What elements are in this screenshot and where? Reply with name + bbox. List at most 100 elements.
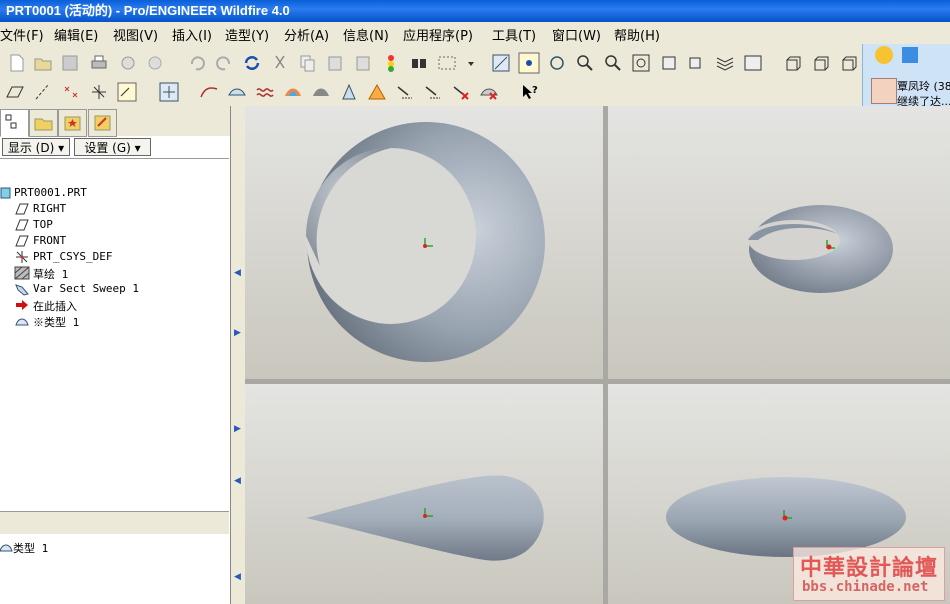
chevron-right-icon[interactable]: ▶ bbox=[234, 424, 241, 434]
datum-display-icon[interactable] bbox=[490, 52, 512, 74]
spin-center-icon[interactable] bbox=[518, 52, 540, 74]
layer-tree: 类型 1 bbox=[0, 534, 229, 604]
menu-insert[interactable]: 插入(I) bbox=[172, 25, 212, 44]
menu-edit[interactable]: 编辑(E) bbox=[54, 25, 98, 44]
datum-axis-icon[interactable] bbox=[32, 81, 54, 103]
settings-dropdown-button[interactable]: 设置 (G) ▾ bbox=[74, 138, 151, 156]
model-tree: PRT0001.PRT RIGHT TOP FRONT PRT_CSYS_DEF… bbox=[0, 158, 229, 512]
chat-notification-panel[interactable]: 覃凤玲 (38 继续了达... bbox=[862, 44, 950, 108]
navigator-panel: 显示 (D) ▾ 设置 (G) ▾ PRT0001.PRT RIGHT TOP … bbox=[0, 106, 231, 604]
reorient-icon[interactable] bbox=[658, 52, 680, 74]
delete-tool-icon[interactable] bbox=[450, 81, 472, 103]
draft-icon[interactable] bbox=[338, 81, 360, 103]
viewport-top-right[interactable] bbox=[608, 106, 950, 379]
curve-icon[interactable] bbox=[198, 81, 220, 103]
sweep-icon bbox=[15, 284, 29, 296]
wave-icon[interactable] bbox=[254, 81, 276, 103]
panel-splitter[interactable] bbox=[0, 511, 229, 535]
chevron-left-icon[interactable]: ◀ bbox=[234, 268, 241, 278]
watermark-url: bbs.chinade.net bbox=[802, 579, 929, 595]
datum-csys-icon[interactable] bbox=[88, 81, 110, 103]
select-box-icon[interactable] bbox=[436, 52, 458, 74]
feature-select-icon[interactable] bbox=[158, 81, 180, 103]
save-icon[interactable] bbox=[59, 52, 81, 74]
paste-special-icon[interactable] bbox=[352, 52, 374, 74]
shaded-surface-icon[interactable] bbox=[310, 81, 332, 103]
view-manager-icon[interactable] bbox=[742, 52, 764, 74]
navigator-sash[interactable]: ◀ ▶ ▶ ◀ ◀ bbox=[231, 106, 245, 604]
tab-connections[interactable] bbox=[88, 109, 117, 137]
avatar bbox=[871, 78, 897, 104]
send-mail-icon[interactable] bbox=[117, 52, 139, 74]
tab-folder-browser[interactable] bbox=[29, 109, 58, 137]
insert-arrow-icon bbox=[16, 300, 28, 310]
menu-file[interactable]: 文件(F) bbox=[0, 25, 44, 44]
viewport-divider-vertical[interactable] bbox=[603, 106, 608, 604]
viewport-top-left[interactable] bbox=[245, 106, 603, 379]
layers-icon[interactable] bbox=[714, 52, 736, 74]
menu-tools[interactable]: 工具(T) bbox=[492, 25, 536, 44]
datum-point-icon[interactable] bbox=[60, 81, 82, 103]
zoom-out-icon[interactable] bbox=[602, 52, 624, 74]
qq-status-icon[interactable] bbox=[899, 44, 921, 66]
surface-icon[interactable] bbox=[226, 81, 248, 103]
remove-surface-icon[interactable] bbox=[478, 81, 500, 103]
find-icon[interactable] bbox=[408, 52, 430, 74]
folder-icon bbox=[34, 118, 53, 131]
menu-applications[interactable]: 应用程序(P) bbox=[403, 25, 473, 44]
undo-icon[interactable] bbox=[186, 52, 208, 74]
cut-icon[interactable] bbox=[269, 52, 291, 74]
wireframe-icon[interactable] bbox=[782, 52, 804, 74]
color-surface-icon[interactable] bbox=[282, 81, 304, 103]
menu-info[interactable]: 信息(N) bbox=[343, 25, 389, 44]
datum-toolbar: ? bbox=[0, 79, 862, 105]
chevron-left-icon[interactable]: ◀ bbox=[234, 476, 241, 486]
ring-model[interactable] bbox=[608, 106, 950, 379]
crescent-model[interactable] bbox=[245, 106, 603, 379]
show-dropdown-button[interactable]: 显示 (D) ▾ bbox=[2, 138, 70, 156]
style-feature-icon bbox=[0, 544, 13, 552]
qq-icon[interactable] bbox=[873, 44, 895, 66]
print-icon[interactable] bbox=[88, 52, 110, 74]
style-feature-icon bbox=[15, 318, 29, 326]
refit-icon[interactable] bbox=[630, 52, 652, 74]
saved-views-icon[interactable] bbox=[686, 52, 708, 74]
tab-model-tree[interactable] bbox=[0, 109, 29, 137]
open-folder-icon[interactable] bbox=[32, 52, 54, 74]
chevron-down-icon[interactable] bbox=[460, 52, 474, 74]
sketch-icon[interactable] bbox=[116, 81, 138, 103]
traffic-light-icon[interactable] bbox=[380, 52, 402, 74]
viewport-divider-horizontal[interactable] bbox=[245, 379, 950, 384]
paste-icon[interactable] bbox=[324, 52, 346, 74]
csys-icon bbox=[16, 251, 28, 263]
chevron-left-icon[interactable]: ◀ bbox=[234, 572, 241, 582]
menu-analysis[interactable]: 分析(A) bbox=[284, 25, 329, 44]
send-link-icon[interactable] bbox=[144, 52, 166, 74]
zoom-in-icon[interactable] bbox=[574, 52, 596, 74]
teardrop-side-model[interactable] bbox=[245, 384, 603, 604]
window-title: PRT0001 (活动的) - Pro/ENGINEER Wildfire 4.… bbox=[0, 0, 950, 22]
menu-help[interactable]: 帮助(H) bbox=[614, 25, 660, 44]
redo-icon[interactable] bbox=[213, 52, 235, 74]
model-tree-icon bbox=[5, 114, 17, 129]
viewport-bottom-left[interactable] bbox=[245, 384, 603, 604]
tool-a-icon[interactable] bbox=[394, 81, 416, 103]
no-hidden-icon[interactable] bbox=[838, 52, 860, 74]
tool-b-icon[interactable] bbox=[422, 81, 444, 103]
regenerate-icon[interactable] bbox=[241, 52, 263, 74]
watermark: 中華設計論壇 bbs.chinade.net bbox=[793, 547, 945, 601]
tab-favorites[interactable] bbox=[58, 109, 87, 137]
context-help-icon[interactable]: ? bbox=[518, 81, 540, 103]
menu-view[interactable]: 视图(V) bbox=[113, 25, 158, 44]
menu-modeling[interactable]: 造型(Y) bbox=[225, 25, 269, 44]
copy-icon[interactable] bbox=[296, 52, 318, 74]
connections-icon bbox=[94, 115, 111, 131]
orient-icon[interactable] bbox=[546, 52, 568, 74]
chevron-right-icon[interactable]: ▶ bbox=[234, 328, 241, 338]
hidden-line-icon[interactable] bbox=[810, 52, 832, 74]
sketch-icon bbox=[14, 266, 30, 280]
shading-icon[interactable] bbox=[366, 81, 388, 103]
new-file-icon[interactable] bbox=[6, 52, 28, 74]
datum-plane-icon[interactable] bbox=[4, 81, 26, 103]
menu-window[interactable]: 窗口(W) bbox=[552, 25, 601, 44]
